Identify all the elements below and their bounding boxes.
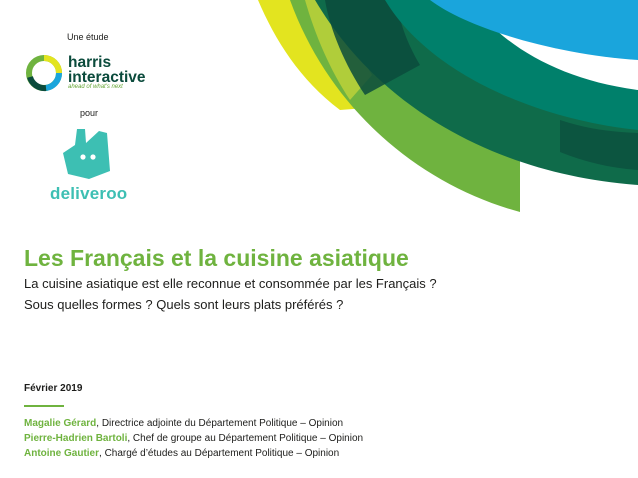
harris-interactive-logo: harris interactive ahead of what's next: [24, 53, 164, 95]
author-role: , Chef de groupe au Département Politiqu…: [127, 433, 364, 444]
deliveroo-wordmark: deliveroo: [50, 184, 128, 203]
harris-tagline: ahead of what's next: [68, 84, 123, 90]
harris-ring-icon: [26, 55, 63, 92]
author-line: Pierre-Hadrien Bartoli, Chef de groupe a…: [24, 433, 363, 444]
author-name: Pierre-Hadrien Bartoli: [24, 433, 128, 444]
subtitle-line-1: La cuisine asiatique est elle reconnue e…: [24, 276, 437, 291]
deliveroo-kangaroo-icon: [63, 129, 110, 179]
subtitle-line-2: Sous quelles formes ? Quels sont leurs p…: [24, 297, 344, 312]
page-title: Les Français et la cuisine asiatique: [24, 245, 409, 271]
author-line: Magalie Gérard, Directrice adjointe du D…: [24, 418, 343, 429]
harris-name: harris interactive: [68, 54, 146, 86]
study-label: Une étude: [67, 32, 109, 42]
author-role: , Chargé d’études au Département Politiq…: [99, 448, 340, 459]
report-date: Février 2019: [24, 383, 83, 394]
author-name: Magalie Gérard: [24, 418, 97, 429]
divider: [24, 405, 64, 407]
author-line: Antoine Gautier, Chargé d’études au Dépa…: [24, 448, 339, 459]
author-role: , Directrice adjointe du Département Pol…: [96, 418, 344, 429]
for-label: pour: [80, 108, 99, 118]
author-name: Antoine Gautier: [24, 448, 100, 459]
